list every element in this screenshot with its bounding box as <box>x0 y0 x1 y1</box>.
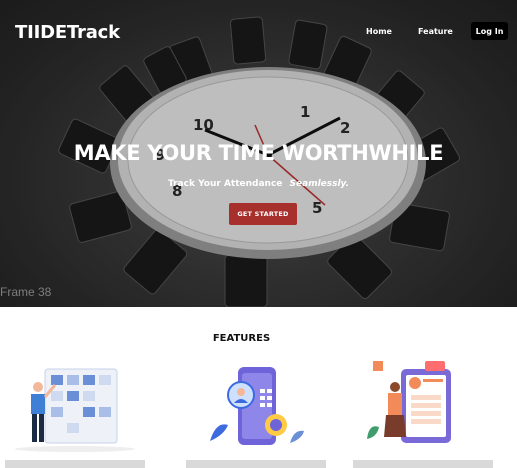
person-with-tablet-profile-illustration <box>367 361 451 443</box>
login-button[interactable]: Log In <box>471 22 508 40</box>
phone-with-profile-and-calendar-illustration <box>210 367 304 445</box>
feature-card-bar <box>353 460 493 468</box>
nav-feature-link[interactable]: Feature <box>418 27 453 36</box>
nav-home-link[interactable]: Home <box>366 27 392 36</box>
feature-card-bar <box>186 460 326 468</box>
brand-logo[interactable]: TIIDETrack <box>15 22 120 43</box>
hero-section: 1 2 10 9 8 7 5 TIIDETrack Home Feature L… <box>0 0 517 307</box>
hero-subtitle-emphasis: Seamlessly. <box>289 179 350 189</box>
hero-subtitle-lead: Track Your Attendance <box>167 179 283 189</box>
feature-card <box>353 361 493 468</box>
frame-label: Frame 38 <box>0 285 52 299</box>
hero-subtitle: Track Your Attendance Seamlessly. <box>0 179 517 189</box>
get-started-button[interactable]: GET STARTED <box>229 203 297 225</box>
feature-card-bar <box>5 460 145 468</box>
feature-card <box>5 361 145 468</box>
features-title: FEATURES <box>212 333 271 344</box>
hero-title: MAKE YOUR TIME WORTHWHILE <box>73 141 444 165</box>
feature-card <box>186 361 326 468</box>
person-with-task-board-illustration <box>15 368 135 452</box>
